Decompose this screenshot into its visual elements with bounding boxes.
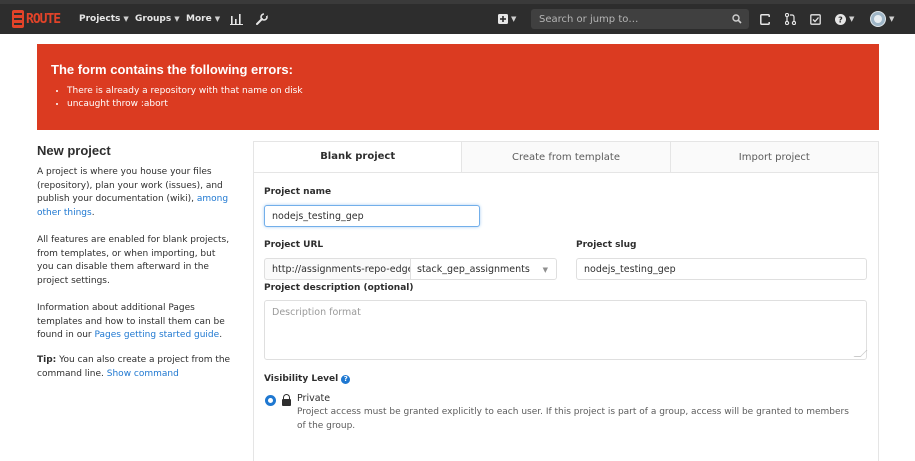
project-url-prefix: http://assignments-repo-edge.st [264,258,411,280]
tab-create-from-template[interactable]: Create from template [461,142,669,172]
sidebar-pages-end: . [219,330,223,340]
projects-menu-label: Projects [79,14,121,24]
chevron-down-icon: ▼ [174,15,180,23]
project-name-input[interactable]: nodejs_testing_gep [264,205,480,227]
pages-guide-link[interactable]: Pages getting started guide [95,330,220,340]
activity-chart-button[interactable] [230,4,243,34]
project-slug-input[interactable]: nodejs_testing_gep [576,258,867,280]
project-description-label: Project description (optional) [264,283,414,293]
project-url-prefix-text: http://assignments-repo-edge.st [272,263,411,275]
error-item: uncaught throw :abort [67,98,303,111]
tab-label: Create from template [511,151,620,163]
more-menu[interactable]: More ▼ [186,4,220,34]
form-error-banner: The form contains the following errors: … [37,44,879,130]
namespace-select[interactable]: stack_gep_assignments ▼ [410,258,557,280]
error-title: The form contains the following errors: [51,62,293,77]
user-menu[interactable]: ▼ [870,4,894,34]
visibility-level-text: Visibility Level [264,374,339,384]
issues-button[interactable] [810,4,821,34]
project-url-label: Project URL [264,240,324,250]
chevron-down-icon: ▼ [889,15,895,23]
groups-menu-label: Groups [135,14,172,24]
brand-logo[interactable]: ROUTE [12,4,61,34]
search-icon [732,14,742,24]
visibility-level-label: Visibility Level? [264,374,351,384]
project-type-tabs: Blank project Create from template Impor… [253,141,879,173]
chevron-down-icon: ▼ [511,15,517,23]
brand-logo-icon [12,10,24,28]
wrench-icon [256,13,268,25]
tip-label: Tip: [37,355,57,365]
sidebar-intro-end: . [91,207,95,218]
error-list: There is already a repository with that … [67,85,303,111]
description-placeholder: Description format [272,307,361,318]
new-item-menu[interactable]: ▼ [498,4,516,34]
page-title: New project [37,143,111,158]
lock-icon [282,394,291,406]
project-description-textarea[interactable]: Description format [264,300,868,360]
todos-button[interactable] [760,4,770,34]
avatar [870,11,886,27]
help-icon[interactable]: ? [341,375,351,384]
plus-square-icon [498,14,508,24]
project-slug-value: nodejs_testing_gep [584,263,676,275]
help-menu[interactable]: ? ▼ [835,4,854,34]
sidebar-pages-info: Information about additional Pages templ… [37,302,233,343]
activity-chart-icon [230,14,243,25]
project-name-label: Project name [264,187,332,197]
sidebar-tip: Tip: You can also create a project from … [37,354,233,381]
chevron-down-icon: ▼ [214,15,221,23]
visibility-private-label[interactable]: Private [297,393,330,404]
help-icon: ? [835,13,846,25]
brand-logo-text: ROUTE [26,11,61,27]
visibility-private-description: Project access must be granted explicitl… [297,407,849,431]
tab-blank-project[interactable]: Blank project [254,142,462,172]
merge-request-icon [785,13,796,25]
error-item: There is already a repository with that … [67,85,303,98]
top-navbar: ROUTE Projects ▼ Groups ▼ More ▼ ▼ Searc… [0,4,915,34]
project-slug-label: Project slug [576,240,637,250]
chevron-down-icon: ▼ [542,266,548,274]
chevron-down-icon: ▼ [123,15,129,23]
sidebar-intro-text: A project is where you house your files … [37,167,223,204]
admin-wrench-button[interactable] [256,4,268,34]
show-command-link[interactable]: Show command [107,369,179,379]
resize-handle-icon[interactable] [853,350,868,357]
projects-menu[interactable]: Projects ▼ [79,4,129,34]
namespace-value: stack_gep_assignments [417,263,530,275]
issues-check-icon [810,13,821,25]
search-placeholder: Search or jump to… [539,13,639,25]
more-menu-label: More [186,14,212,24]
tab-label: Blank project [320,150,396,162]
sidebar-features-text: All features are enabled for blank proje… [37,235,230,286]
merge-requests-button[interactable] [785,4,796,34]
groups-menu[interactable]: Groups ▼ [135,4,180,34]
todo-list-icon [760,13,770,25]
sidebar-intro: A project is where you house your files … [37,166,233,220]
chevron-down-icon: ▼ [849,15,855,23]
project-name-value: nodejs_testing_gep [272,210,364,222]
tab-import-project[interactable]: Import project [669,142,878,172]
visibility-private-radio[interactable] [265,395,276,406]
tab-label: Import project [738,151,810,163]
svg-text:?: ? [838,15,843,24]
search-input[interactable]: Search or jump to… [531,9,749,29]
